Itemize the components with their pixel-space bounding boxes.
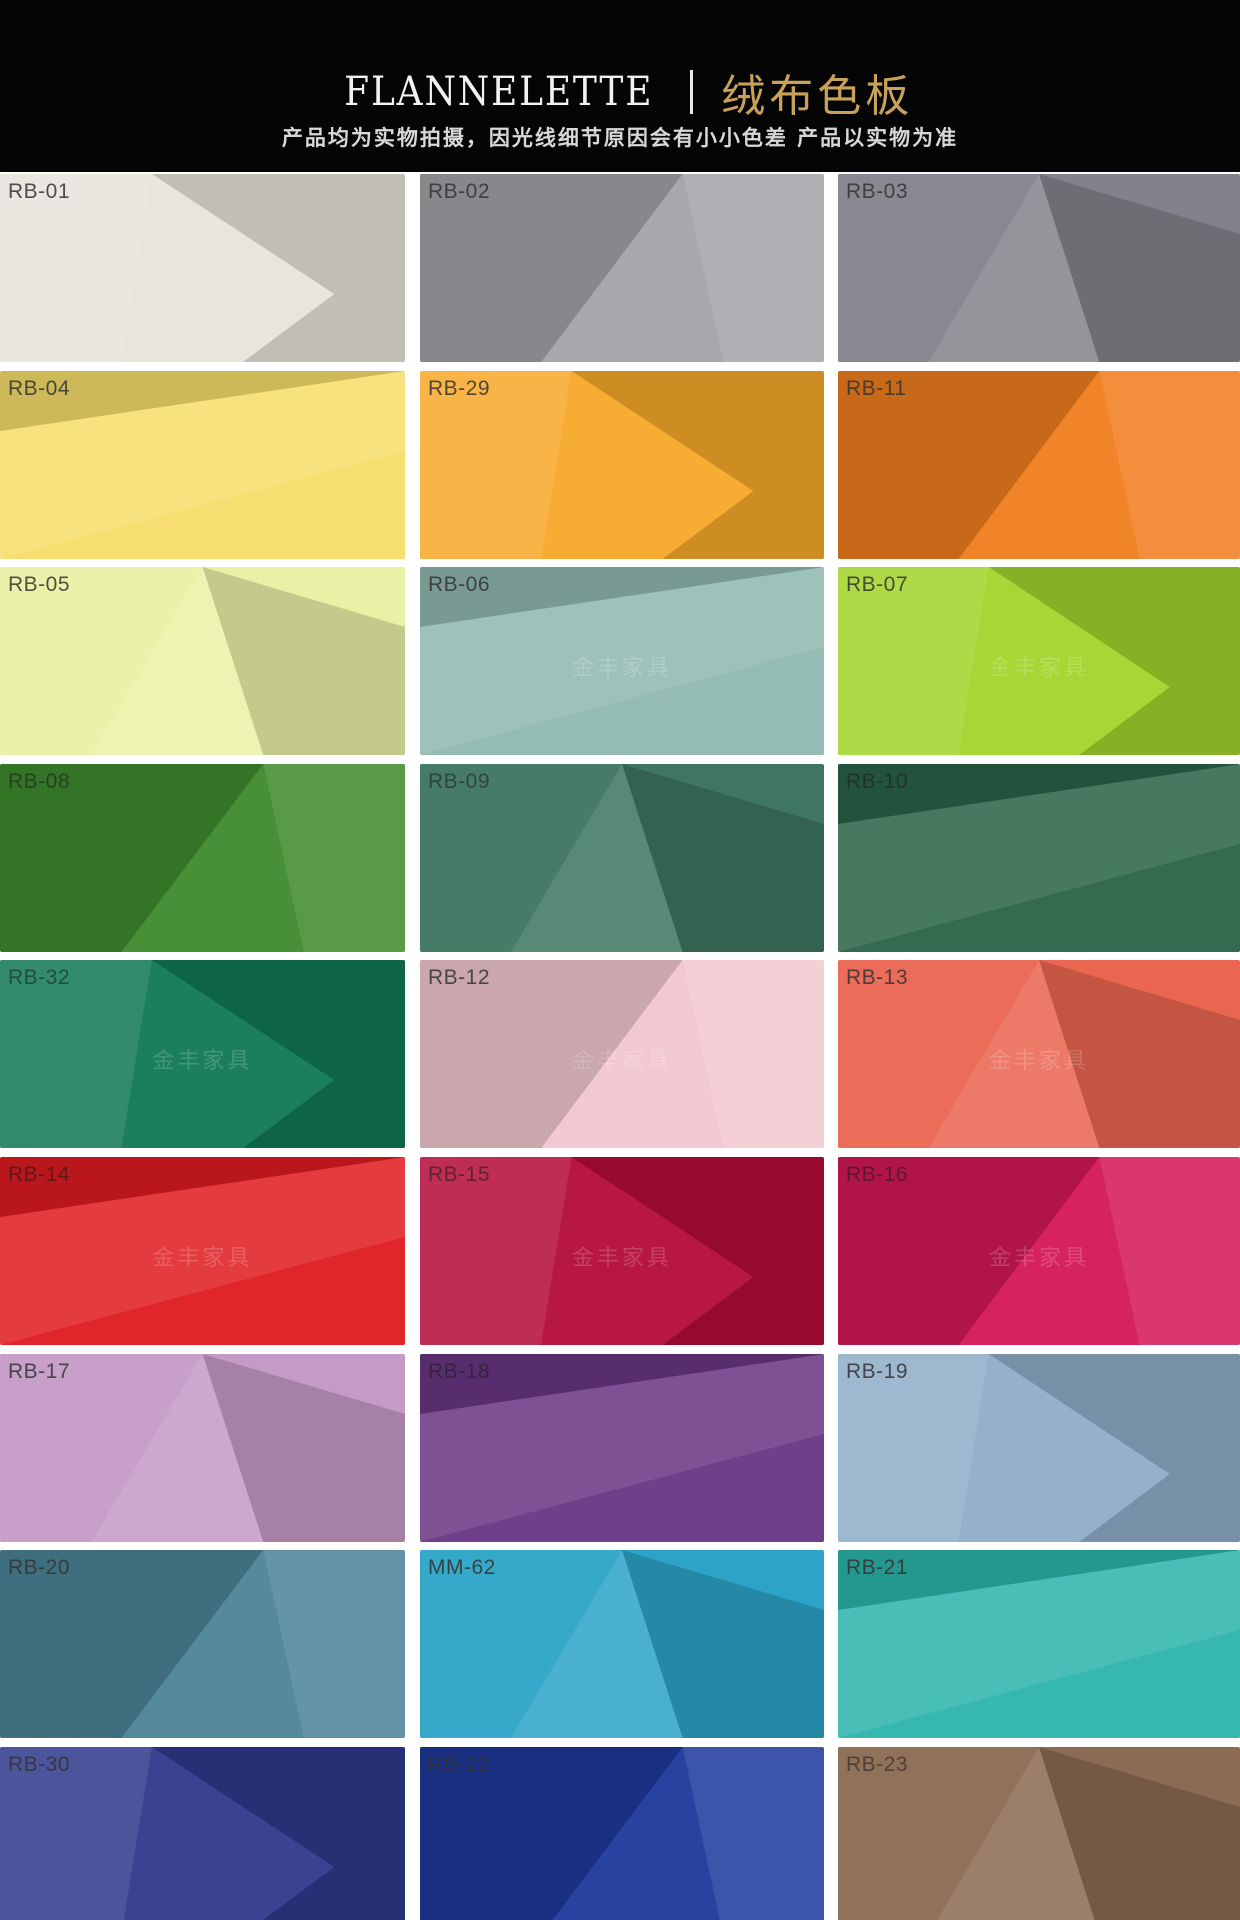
swatch-code-label: RB-13 — [846, 966, 909, 990]
color-card-page: FLANNELETTE 绒布色板 产品均为实物拍摄，因光线细节原因会有小小色差 产… — [0, 0, 1240, 1920]
swatch-rb-22: RB-22 — [420, 1746, 824, 1920]
swatch-code-label: MM-62 — [428, 1556, 496, 1580]
swatch-code-label: RB-30 — [8, 1752, 71, 1776]
swatch-code-label: RB-03 — [846, 180, 909, 203]
swatch-code-label: RB-06 — [428, 573, 491, 597]
swatch-code-label: RB-09 — [428, 769, 491, 793]
swatch-rb-03: RB-03 — [838, 174, 1240, 362]
swatch-code-label: RB-29 — [428, 376, 491, 400]
swatch-rb-04: RB-04 — [0, 370, 405, 559]
swatch-rb-07: RB-07 金丰家具 — [838, 567, 1240, 756]
swatch-rb-01: RB-01 — [0, 174, 405, 362]
swatch-rb-12: RB-12 金丰家具 — [420, 960, 824, 1149]
swatch-rb-18: RB-18 — [420, 1353, 824, 1542]
swatch-rb-05: RB-05 — [0, 567, 405, 756]
watermark-text: 金丰家具 — [152, 1245, 253, 1271]
watermark-text: 金丰家具 — [571, 1245, 672, 1271]
swatch-rb-13: RB-13 金丰家具 — [838, 960, 1240, 1149]
swatch-rb-21: RB-21 — [838, 1550, 1240, 1739]
swatch-code-label: RB-11 — [846, 376, 907, 400]
swatch-code-label: RB-10 — [846, 769, 909, 793]
swatch-rb-23: RB-23 — [838, 1746, 1240, 1920]
swatch-code-label: RB-12 — [428, 966, 491, 990]
swatch-code-label: RB-20 — [8, 1556, 71, 1580]
swatch-grid: RB-01 RB-02 RB-03 RB-04 RB-29 RB-11 RB-05 RB-06… — [0, 172, 1240, 1920]
swatch-code-label: RB-18 — [428, 1359, 491, 1383]
swatch-rb-16: RB-16 金丰家具 — [838, 1157, 1240, 1345]
watermark-text: 金丰家具 — [571, 655, 672, 681]
swatch-rb-30: RB-30 — [0, 1746, 405, 1920]
title-divider — [690, 70, 694, 114]
swatch-code-label: RB-16 — [846, 1163, 909, 1186]
watermark-text: 金丰家具 — [988, 1245, 1089, 1271]
swatch-rb-32: RB-32 金丰家具 — [0, 960, 405, 1149]
swatch-code-label: RB-04 — [8, 376, 71, 400]
swatch-rb-15: RB-15 金丰家具 — [420, 1157, 824, 1345]
swatch-rb-17: RB-17 — [0, 1353, 405, 1542]
swatch-rb-19: RB-19 — [838, 1353, 1240, 1542]
swatch-code-label: RB-19 — [846, 1359, 909, 1383]
swatch-rb-11: RB-11 — [838, 370, 1240, 559]
title-chinese: 绒布色板 — [721, 71, 914, 122]
swatch-code-label: RB-14 — [8, 1163, 71, 1186]
swatch-code-label: RB-02 — [428, 180, 491, 203]
header-banner: FLANNELETTE 绒布色板 产品均为实物拍摄，因光线细节原因会有小小色差 产… — [0, 0, 1240, 172]
swatch-rb-10: RB-10 — [838, 763, 1240, 952]
swatch-rb-02: RB-02 — [420, 174, 824, 362]
swatch-rb-06: RB-06 金丰家具 — [420, 567, 824, 756]
swatch-code-label: RB-01 — [8, 180, 71, 203]
swatch-code-label: RB-22 — [428, 1752, 491, 1776]
watermark-text: 金丰家具 — [571, 1049, 672, 1075]
swatch-code-label: RB-08 — [8, 769, 71, 793]
swatch-rb-09: RB-09 — [420, 763, 824, 952]
swatch-code-label: RB-32 — [8, 966, 71, 990]
watermark-text: 金丰家具 — [152, 1049, 253, 1075]
swatch-rb-14: RB-14 金丰家具 — [0, 1157, 405, 1345]
swatch-mm-62: MM-62 — [420, 1550, 824, 1739]
swatch-rb-29: RB-29 — [420, 370, 824, 559]
title-row: FLANNELETTE 绒布色板 — [0, 60, 1240, 122]
watermark-text: 金丰家具 — [988, 655, 1089, 681]
swatch-code-label: RB-05 — [8, 573, 71, 597]
disclaimer-subtitle: 产品均为实物拍摄，因光线细节原因会有小小色差 产品以实物为准 — [281, 126, 959, 150]
swatch-code-label: RB-07 — [846, 573, 909, 597]
swatch-rb-08: RB-08 — [0, 763, 405, 952]
swatch-rb-20: RB-20 — [0, 1550, 405, 1739]
watermark-text: 金丰家具 — [988, 1049, 1089, 1075]
swatch-code-label: RB-15 — [428, 1163, 491, 1186]
swatch-code-label: RB-21 — [846, 1556, 909, 1580]
swatch-code-label: RB-17 — [8, 1359, 71, 1383]
title-english: FLANNELETTE — [343, 69, 654, 115]
swatch-code-label: RB-23 — [846, 1752, 909, 1776]
